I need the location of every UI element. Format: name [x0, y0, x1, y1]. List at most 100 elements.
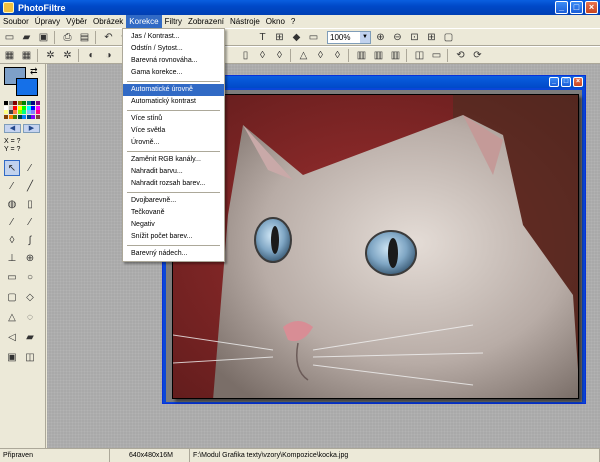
sharpen-icon[interactable]: ◊ — [330, 48, 345, 62]
rgb-icon[interactable]: ▥ — [354, 48, 369, 62]
blur-icon[interactable]: ◊ — [313, 48, 328, 62]
brush-tool-icon[interactable]: ⁄ — [4, 214, 20, 230]
text-tool-icon[interactable]: T — [255, 30, 270, 44]
menu-item-duotone[interactable]: Dvojbarevně... — [123, 195, 224, 207]
undo-icon[interactable]: ↶ — [101, 30, 116, 44]
brightness-down-icon[interactable]: ✲ — [60, 48, 75, 62]
chevron-down-icon[interactable]: ▼ — [360, 31, 370, 43]
menu-selection[interactable]: Výběr — [63, 15, 90, 28]
menu-window[interactable]: Okno — [263, 15, 288, 28]
frame-icon[interactable]: ▯ — [238, 48, 253, 62]
new-file-icon[interactable]: ▭ — [2, 30, 17, 44]
magic-wand-tool-icon[interactable]: ⁄ — [4, 178, 20, 194]
open-selection-icon[interactable]: ▰ — [22, 329, 38, 345]
palette-next-icon[interactable]: ▶ — [23, 124, 40, 133]
background-color[interactable] — [16, 78, 38, 96]
lasso-shape-icon[interactable]: ◌ — [22, 309, 38, 325]
fit-window-icon[interactable]: ⊡ — [407, 30, 422, 44]
menu-image[interactable]: Obrázek — [90, 15, 126, 28]
select-all-icon[interactable]: ▣ — [4, 349, 20, 365]
save-icon[interactable]: ▣ — [36, 30, 51, 44]
rotate-right-icon[interactable]: ⟳ — [470, 48, 485, 62]
pencil-tool-icon[interactable]: ⁄ — [22, 214, 38, 230]
menu-item-auto-contrast[interactable]: Automatický kontrast — [123, 96, 224, 108]
select-invert-icon[interactable]: ◫ — [22, 349, 38, 365]
stamp-tool-icon[interactable]: ⊥ — [4, 250, 20, 266]
triangle-icon[interactable]: △ — [296, 48, 311, 62]
eyedropper-tool-icon[interactable]: ⁄ — [22, 160, 38, 176]
palette-icon[interactable]: ▥ — [388, 48, 403, 62]
contrast-up-icon[interactable]: ◐ — [84, 48, 99, 62]
rotate-left-icon[interactable]: ⟲ — [453, 48, 468, 62]
menu-item-auto-levels[interactable]: Automatické úrovně — [123, 84, 224, 96]
maximize-button[interactable]: □ — [570, 1, 583, 14]
doc-minimize-button[interactable]: _ — [549, 77, 559, 87]
menu-edit[interactable]: Úpravy — [32, 15, 63, 28]
document-titlebar[interactable]: _ □ × — [163, 76, 585, 88]
rounded-rect-shape-icon[interactable]: ▢ — [4, 289, 20, 305]
blur-tool-icon[interactable]: ◊ — [4, 232, 20, 248]
palette-prev-icon[interactable]: ◀ — [4, 124, 21, 133]
menu-view[interactable]: Zobrazení — [185, 15, 227, 28]
swap-colors-icon[interactable]: ⇄ — [30, 66, 38, 77]
menu-item-tint[interactable]: Barevný nádech... — [123, 248, 224, 260]
grayscale-icon[interactable]: ▥ — [371, 48, 386, 62]
menu-tools[interactable]: Nástroje — [227, 15, 263, 28]
menu-item-brightness-contrast[interactable]: Jas / Kontrast... — [123, 31, 224, 43]
pointer-tool-icon[interactable]: ↖ — [4, 160, 20, 176]
menu-item-negative[interactable]: Negativ — [123, 219, 224, 231]
menu-item-gamma-correction[interactable]: Gama korekce... — [123, 67, 224, 79]
line-tool-icon[interactable]: ╱ — [22, 178, 38, 194]
drop-alt-icon[interactable]: ◊ — [272, 48, 287, 62]
fill-tool-icon[interactable]: ◍ — [4, 196, 20, 212]
menu-file[interactable]: Soubor — [0, 15, 32, 28]
flip-horizontal-icon[interactable]: ◫ — [412, 48, 427, 62]
menu-adjust[interactable]: Korekce — [126, 15, 162, 28]
document-window[interactable]: _ □ × — [162, 75, 586, 404]
close-button[interactable]: × — [585, 1, 598, 14]
spray-tool-icon[interactable]: ▯ — [22, 196, 38, 212]
menu-item-color-balance[interactable]: Barevná rovnováha... — [123, 55, 224, 67]
print-icon[interactable]: ⎙ — [60, 30, 75, 44]
auto-contrast-icon[interactable]: ▦ — [19, 48, 34, 62]
menu-item-replace-color[interactable]: Nahradit barvu... — [123, 166, 224, 178]
zoom-in-icon[interactable]: ⊕ — [373, 30, 388, 44]
tool-grid: ↖ ⁄ ⁄ ╱ ◍ ▯ ⁄ ⁄ ◊ ∫ ⊥ ⊕ — [4, 160, 40, 266]
brightness-up-icon[interactable]: ✲ — [43, 48, 58, 62]
ellipse-shape-icon[interactable]: ○ — [22, 269, 38, 285]
color-palette[interactable] — [4, 101, 40, 121]
doc-close-button[interactable]: × — [573, 77, 583, 87]
fullscreen-icon[interactable]: ⊞ — [424, 30, 439, 44]
diamond-shape-icon[interactable]: ◇ — [22, 289, 38, 305]
contrast-down-icon[interactable]: ◑ — [101, 48, 116, 62]
doc-maximize-button[interactable]: □ — [561, 77, 571, 87]
scanner-icon[interactable]: ▤ — [77, 30, 92, 44]
menu-item-dithered[interactable]: Tečkovaně — [123, 207, 224, 219]
polygon-shape-icon[interactable]: ◁ — [4, 329, 20, 345]
clone-tool-icon[interactable]: ⊕ — [22, 250, 38, 266]
zoom-combo[interactable]: 100% ▼ — [327, 30, 371, 44]
menu-item-replace-color-range[interactable]: Nahradit rozsah barev... — [123, 178, 224, 190]
rectangle-shape-icon[interactable]: ▭ — [4, 269, 20, 285]
menu-item-reduce-colors[interactable]: Snížit počet barev... — [123, 231, 224, 243]
minimize-button[interactable]: _ — [555, 1, 568, 14]
auto-levels-icon[interactable]: ▦ — [2, 48, 17, 62]
menu-filters[interactable]: Filtry — [162, 15, 185, 28]
menu-item-levels[interactable]: Úrovně... — [123, 137, 224, 149]
open-file-icon[interactable]: ▰ — [19, 30, 34, 44]
flip-vertical-icon[interactable]: ▭ — [429, 48, 444, 62]
menu-item-more-shadows[interactable]: Více stínů — [123, 113, 224, 125]
menu-help[interactable]: ? — [288, 15, 298, 28]
window-icon[interactable]: ▭ — [306, 30, 321, 44]
zoom-out-icon[interactable]: ⊖ — [390, 30, 405, 44]
triangle-shape-icon[interactable]: △ — [4, 309, 20, 325]
smudge-tool-icon[interactable]: ∫ — [22, 232, 38, 248]
monitor-icon[interactable]: ▢ — [441, 30, 456, 44]
menu-item-more-light[interactable]: Více světla — [123, 125, 224, 137]
document-canvas[interactable] — [166, 90, 582, 402]
menu-item-hue-saturation[interactable]: Odstín / Sytost... — [123, 43, 224, 55]
drop-icon[interactable]: ◊ — [255, 48, 270, 62]
menu-item-swap-rgb[interactable]: Zaměnit RGB kanály... — [123, 154, 224, 166]
color-icon[interactable]: ◆ — [289, 30, 304, 44]
resize-icon[interactable]: ⊞ — [272, 30, 287, 44]
